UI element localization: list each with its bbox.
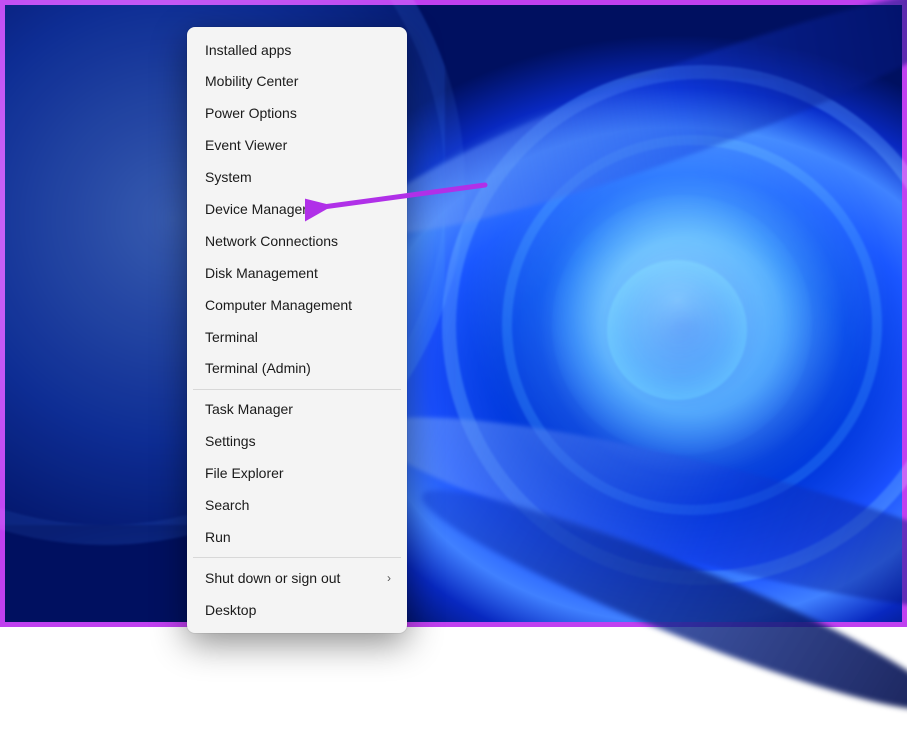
menu-item-mobility-center[interactable]: Mobility Center [189, 66, 405, 98]
menu-item-label: Terminal (Admin) [205, 360, 311, 376]
menu-item-label: Installed apps [205, 42, 291, 58]
menu-item-device-manager[interactable]: Device Manager [189, 193, 405, 225]
menu-item-label: Mobility Center [205, 73, 298, 89]
menu-item-file-explorer[interactable]: File Explorer [189, 458, 405, 490]
menu-item-task-manager[interactable]: Task Manager [189, 394, 405, 426]
menu-item-label: Disk Management [205, 265, 318, 281]
menu-item-installed-apps[interactable]: Installed apps [189, 34, 405, 66]
menu-item-power-options[interactable]: Power Options [189, 98, 405, 130]
menu-item-shut-down-or-sign-out[interactable]: Shut down or sign out › [189, 562, 405, 594]
menu-item-disk-management[interactable]: Disk Management [189, 257, 405, 289]
menu-item-label: Event Viewer [205, 137, 287, 153]
menu-item-computer-management[interactable]: Computer Management [189, 289, 405, 321]
menu-item-label: Settings [205, 433, 256, 449]
menu-item-desktop[interactable]: Desktop [189, 594, 405, 626]
menu-item-settings[interactable]: Settings [189, 426, 405, 458]
menu-item-label: Network Connections [205, 233, 338, 249]
menu-item-terminal-admin[interactable]: Terminal (Admin) [189, 353, 405, 385]
menu-separator [193, 389, 401, 390]
menu-item-label: Run [205, 529, 231, 545]
chevron-right-icon: › [387, 570, 391, 586]
menu-item-system[interactable]: System [189, 162, 405, 194]
menu-item-run[interactable]: Run [189, 521, 405, 553]
menu-item-label: Shut down or sign out [205, 570, 340, 586]
menu-item-label: Device Manager [205, 201, 307, 217]
menu-item-label: Search [205, 497, 249, 513]
menu-item-terminal[interactable]: Terminal [189, 321, 405, 353]
menu-item-event-viewer[interactable]: Event Viewer [189, 130, 405, 162]
menu-item-network-connections[interactable]: Network Connections [189, 225, 405, 257]
menu-item-label: Task Manager [205, 401, 293, 417]
menu-separator [193, 557, 401, 558]
menu-item-search[interactable]: Search [189, 489, 405, 521]
menu-item-label: System [205, 169, 252, 185]
menu-item-label: Desktop [205, 602, 256, 618]
menu-item-label: File Explorer [205, 465, 284, 481]
menu-item-label: Terminal [205, 329, 258, 345]
menu-item-label: Computer Management [205, 297, 352, 313]
menu-item-label: Power Options [205, 105, 297, 121]
winx-power-user-menu[interactable]: Installed apps Mobility Center Power Optio… [187, 27, 407, 633]
desktop-wallpaper [5, 5, 902, 622]
